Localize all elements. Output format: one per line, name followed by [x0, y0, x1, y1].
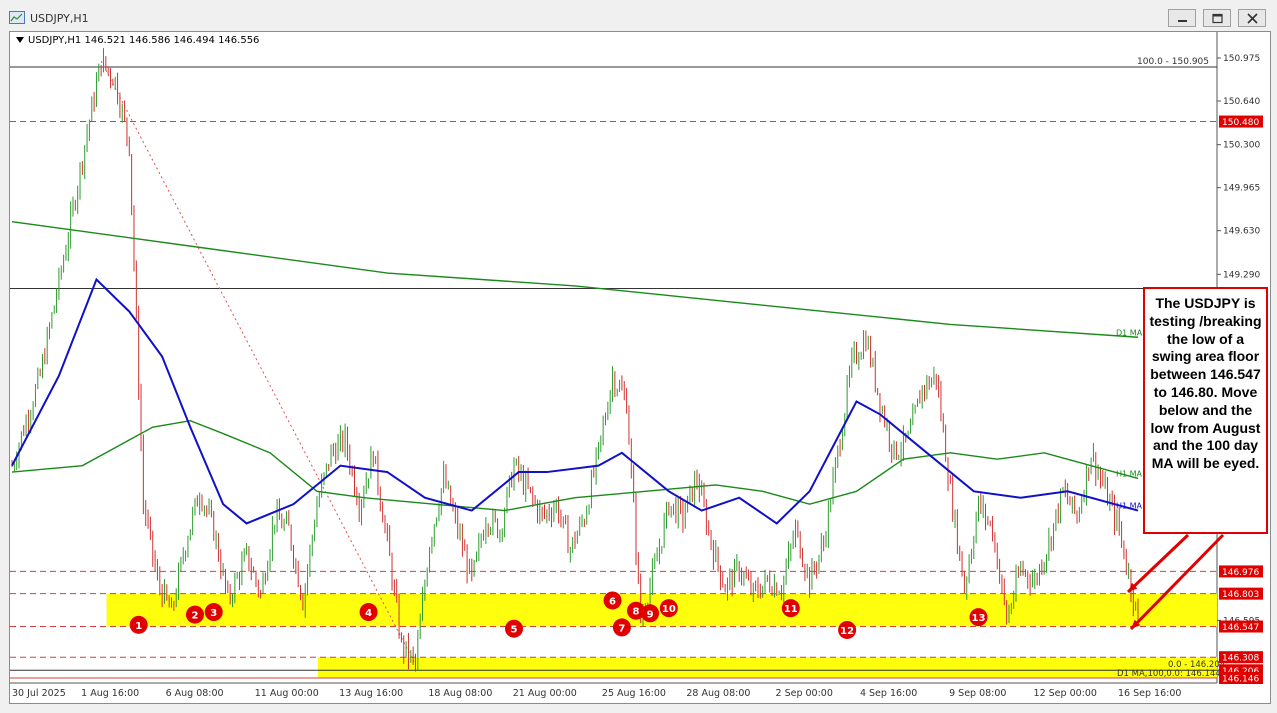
- x-tick-label: 1 Aug 16:00: [81, 688, 139, 699]
- fib-level-label: 100.0 - 150.905: [1137, 57, 1209, 67]
- maximize-button[interactable]: [1203, 9, 1231, 27]
- marker-label-3: 3: [210, 608, 217, 619]
- price-badge-label: 146.146: [1222, 675, 1259, 685]
- maximize-icon: [1212, 13, 1223, 24]
- x-tick-label: 18 Aug 08:00: [428, 688, 492, 699]
- marker-label-9: 9: [647, 609, 654, 620]
- marker-label-13: 13: [972, 613, 986, 624]
- marker-label-6: 6: [609, 596, 616, 607]
- marker-label-8: 8: [633, 607, 640, 618]
- symbol-ohlc-label: USDJPY,H1 146.521 146.586 146.494 146.55…: [28, 35, 260, 46]
- yellow-zone-2: [317, 657, 1217, 678]
- ma100-label: D1 MA,100,0.0: 146.144: [1117, 669, 1221, 679]
- chart-area[interactable]: 100.0 - 150.905 D1 MA H1 MA H1 MA 0.0 - 146.…: [9, 31, 1271, 704]
- ma-label: D1 MA: [1116, 328, 1143, 337]
- dropdown-icon[interactable]: [16, 37, 24, 43]
- minimize-button[interactable]: [1168, 9, 1196, 27]
- y-tick-label: 149.630: [1223, 227, 1260, 237]
- marker-label-1: 1: [135, 621, 142, 632]
- minimize-icon: [1178, 20, 1187, 22]
- close-button[interactable]: [1238, 9, 1266, 27]
- symbol-info: USDJPY,H1 146.521 146.586 146.494 146.55…: [16, 35, 259, 46]
- close-icon: [1247, 13, 1258, 24]
- chart-window: USDJPY,H1 100.0 - 150.905 D1 MA H1 MA H1 MA…: [0, 0, 1277, 713]
- x-tick-label: 2 Sep 00:00: [776, 688, 833, 699]
- price-badge-label: 146.547: [1222, 623, 1259, 633]
- price-badge-label: 146.803: [1222, 590, 1259, 600]
- marker-label-7: 7: [618, 623, 625, 634]
- ma-label: H1 MA: [1116, 469, 1143, 478]
- x-tick-label: 28 Aug 08:00: [686, 688, 750, 699]
- x-tick-label: 13 Aug 16:00: [339, 688, 403, 699]
- ma-line-3: [11, 277, 1139, 525]
- price-badge-label: 150.480: [1222, 118, 1259, 128]
- x-tick-label: 9 Sep 08:00: [949, 688, 1006, 699]
- marker-label-12: 12: [840, 626, 854, 637]
- marker-label-5: 5: [511, 625, 518, 636]
- title-bar: USDJPY,H1: [0, 0, 1277, 30]
- x-tick-label: 12 Sep 00:00: [1034, 688, 1097, 699]
- arrow-1: [1126, 533, 1190, 594]
- x-tick-label: 16 Sep 16:00: [1118, 688, 1181, 699]
- annotation-box: The USDJPY is testing /breaking the low …: [1143, 287, 1268, 534]
- price-badge-label: 146.308: [1222, 654, 1259, 664]
- chart-icon: [9, 11, 25, 24]
- marker-label-11: 11: [784, 604, 798, 615]
- ma-line-1: [11, 221, 1139, 338]
- x-tick-label: 6 Aug 08:00: [166, 688, 224, 699]
- window-title: USDJPY,H1: [30, 12, 89, 25]
- x-tick-label: 21 Aug 00:00: [513, 688, 577, 699]
- fib-trendline: [100, 60, 416, 665]
- ma-line-2: [11, 419, 1139, 512]
- x-tick-label: 4 Sep 16:00: [860, 688, 917, 699]
- marker-label-10: 10: [662, 604, 676, 615]
- x-tick-label: 11 Aug 00:00: [255, 688, 319, 699]
- y-tick-label: 149.965: [1223, 184, 1260, 194]
- y-tick-label: 150.975: [1223, 54, 1260, 64]
- x-tick-label: 30 Jul 2025: [12, 688, 66, 699]
- ma-label: H1 MA: [1116, 502, 1143, 511]
- y-tick-label: 150.640: [1223, 97, 1260, 107]
- y-tick-label: 150.300: [1223, 141, 1260, 151]
- price-chart[interactable]: 100.0 - 150.905D1 MAH1 MAH1 MA0.0 - 146.…: [10, 32, 1270, 703]
- marker-label-4: 4: [365, 608, 372, 619]
- marker-label-2: 2: [191, 611, 198, 622]
- price-badge-label: 146.976: [1222, 568, 1259, 578]
- y-tick-label: 149.290: [1223, 270, 1260, 280]
- x-tick-label: 25 Aug 16:00: [602, 688, 666, 699]
